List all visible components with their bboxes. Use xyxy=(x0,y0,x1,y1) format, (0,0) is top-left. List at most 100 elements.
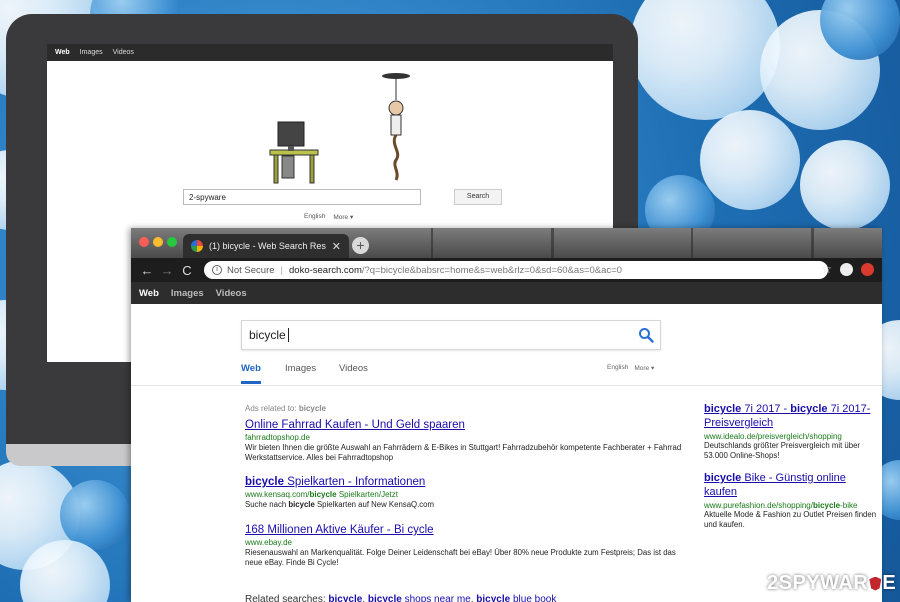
side-result-item: bicycle Bike - Günstig online kaufen www… xyxy=(704,471,880,530)
extension-icon[interactable] xyxy=(861,262,874,276)
search-input[interactable]: bicycle xyxy=(241,320,661,350)
not-secure-label: Not Secure xyxy=(227,264,275,276)
side-result-title[interactable]: bicycle 7i 2017 - bicycle 7i 2017-Preisv… xyxy=(704,402,880,430)
active-tab-indicator xyxy=(241,381,261,384)
info-icon[interactable]: i xyxy=(212,265,222,275)
monitor-nav: Web Images Videos xyxy=(47,44,613,61)
related-link[interactable]: bicycle shops near me xyxy=(368,594,471,602)
tab-close-icon[interactable]: ✕ xyxy=(332,240,341,253)
tab-images[interactable]: Images xyxy=(285,363,316,374)
maximize-window-button[interactable] xyxy=(167,237,177,247)
toolbar-icons: ☆ xyxy=(821,262,874,276)
lang-english[interactable]: English xyxy=(607,364,628,372)
result-desc: Riesenauswahl an Markenqualität. Folge D… xyxy=(245,548,676,567)
related-searches: Related searches: bicycle, bicycle shops… xyxy=(245,594,556,602)
watermark-text: 2SPYWAR xyxy=(767,572,869,594)
side-url-pre: www.purefashion.de/shopping/ xyxy=(704,501,813,510)
site-nav-images[interactable]: Images xyxy=(171,288,204,299)
forward-arrow-icon[interactable]: → xyxy=(157,263,177,278)
language-selector: English More ▾ xyxy=(607,364,654,372)
monitor-language: English More ▾ xyxy=(304,213,353,221)
site-nav: Web Images Videos xyxy=(131,282,882,304)
result-item: bicycle Spielkarten - Informationen www.… xyxy=(245,476,685,510)
watermark-text-end: E xyxy=(882,572,897,594)
monitor-search-input[interactable]: 2-spyware xyxy=(183,189,421,205)
cartoon-illustration xyxy=(269,73,410,184)
bookmark-star-icon[interactable]: ☆ xyxy=(821,262,832,276)
monitor-nav-images[interactable]: Images xyxy=(80,49,103,56)
side-result-item: bicycle 7i 2017 - bicycle 7i 2017-Preisv… xyxy=(704,402,880,461)
bubble xyxy=(630,0,780,120)
tab-web[interactable]: Web xyxy=(241,363,261,374)
related-label: Related searches: xyxy=(245,594,326,602)
result-title[interactable]: 168 Millionen Aktive Käufer - Bi cycle xyxy=(245,524,685,536)
shield-icon xyxy=(869,576,882,591)
site-nav-web[interactable]: Web xyxy=(139,288,159,299)
watermark-logo: 2SPYWAR E xyxy=(767,572,896,595)
monitor-search-button[interactable]: Search xyxy=(454,189,502,205)
result-desc: Suche nach bicycle Spielkarten auf New K… xyxy=(245,500,685,510)
related-link-bold: bicycle xyxy=(367,594,402,602)
side-result-url: www.purefashion.de/shopping/bicycle-bike xyxy=(704,501,880,510)
tab-title: (1) bicycle - Web Search Resu xyxy=(209,241,326,251)
tree-decor xyxy=(551,228,554,258)
result-desc-pre: Suche nach xyxy=(245,500,289,509)
site-nav-videos[interactable]: Videos xyxy=(216,288,247,299)
monitor-nav-web[interactable]: Web xyxy=(55,49,70,56)
ads-label: Ads related to: bicycle xyxy=(245,404,326,413)
side-title-bold: bicycle xyxy=(790,403,828,415)
tab-videos[interactable]: Videos xyxy=(339,363,368,374)
browser-window: (1) bicycle - Web Search Resu ✕ + ← → C … xyxy=(131,228,882,602)
related-link-bold: bicycle xyxy=(476,594,511,602)
side-title-bold: bicycle xyxy=(704,472,742,484)
related-sep: , xyxy=(362,594,366,602)
tree-decor xyxy=(691,228,693,258)
lang-more[interactable]: More ▾ xyxy=(634,364,654,372)
result-item: 168 Millionen Aktive Käufer - Bi cycle w… xyxy=(245,524,685,568)
result-url-bold: bicycle xyxy=(309,490,337,499)
bubble xyxy=(800,140,890,230)
minimize-window-button[interactable] xyxy=(153,237,163,247)
url-host: doko-search.com xyxy=(289,264,362,276)
monitor-lang-more[interactable]: More ▾ xyxy=(333,213,353,221)
side-result-desc: Deutschlands größter Preisvergleich mit … xyxy=(704,441,861,460)
side-result-url: www.idealo.de/preisvergleich/shopping xyxy=(704,432,842,441)
address-separator: | xyxy=(280,264,283,276)
side-url-bold: bicycle xyxy=(812,501,841,510)
browser-tab-active[interactable]: (1) bicycle - Web Search Resu ✕ xyxy=(183,234,349,258)
result-desc-post: Spielkarten auf New KensaQ.com xyxy=(314,500,434,509)
related-link[interactable]: bicycle blue book xyxy=(476,594,556,602)
tree-decor xyxy=(431,228,433,258)
search-query: bicycle xyxy=(249,328,286,342)
result-url-post: Spielkarten/Jetzt xyxy=(336,490,398,499)
related-link[interactable]: bicycle xyxy=(328,594,362,602)
result-desc-bold: bicycle xyxy=(288,500,315,509)
tab-favicon-icon xyxy=(191,240,203,252)
result-url-pre: www.kensaq.com/ xyxy=(245,490,310,499)
search-icon[interactable] xyxy=(638,327,654,343)
profile-icon[interactable] xyxy=(840,262,853,276)
url-path: /?q=bicycle&babsrc=home&s=web&rlz=0&sd=6… xyxy=(361,264,622,276)
new-tab-button[interactable]: + xyxy=(352,237,369,254)
back-arrow-icon[interactable]: ← xyxy=(137,263,157,278)
ads-label-text: Ads related to: xyxy=(245,404,297,413)
monitor-lang-english[interactable]: English xyxy=(304,213,325,221)
browser-titlebar: (1) bicycle - Web Search Resu ✕ + xyxy=(131,228,882,258)
related-link-rest: shops near me xyxy=(401,594,471,602)
result-title[interactable]: Online Fahrrad Kaufen - Und Geld spaaren xyxy=(245,419,685,431)
address-bar[interactable]: i Not Secure | doko-search.com /?q=bicyc… xyxy=(204,261,828,279)
result-item: Online Fahrrad Kaufen - Und Geld spaaren… xyxy=(245,419,685,463)
ads-query: bicycle xyxy=(298,404,326,413)
reload-icon[interactable]: C xyxy=(177,263,197,278)
tree-decor xyxy=(811,228,814,258)
side-url-post: -bike xyxy=(840,501,858,510)
side-result-title[interactable]: bicycle Bike - Günstig online kaufen xyxy=(704,471,880,499)
result-title[interactable]: bicycle Spielkarten - Informationen xyxy=(245,476,685,488)
side-title-bold: bicycle xyxy=(704,403,742,415)
result-url: www.kensaq.com/bicycle Spielkarten/Jetzt xyxy=(245,490,685,499)
result-desc: Wir bieten Ihnen die größte Auswahl an F… xyxy=(245,443,682,462)
related-link-rest: blue book xyxy=(510,594,557,602)
close-window-button[interactable] xyxy=(139,237,149,247)
result-url: fahrradtopshop.de xyxy=(245,433,310,442)
monitor-nav-videos[interactable]: Videos xyxy=(113,49,134,56)
